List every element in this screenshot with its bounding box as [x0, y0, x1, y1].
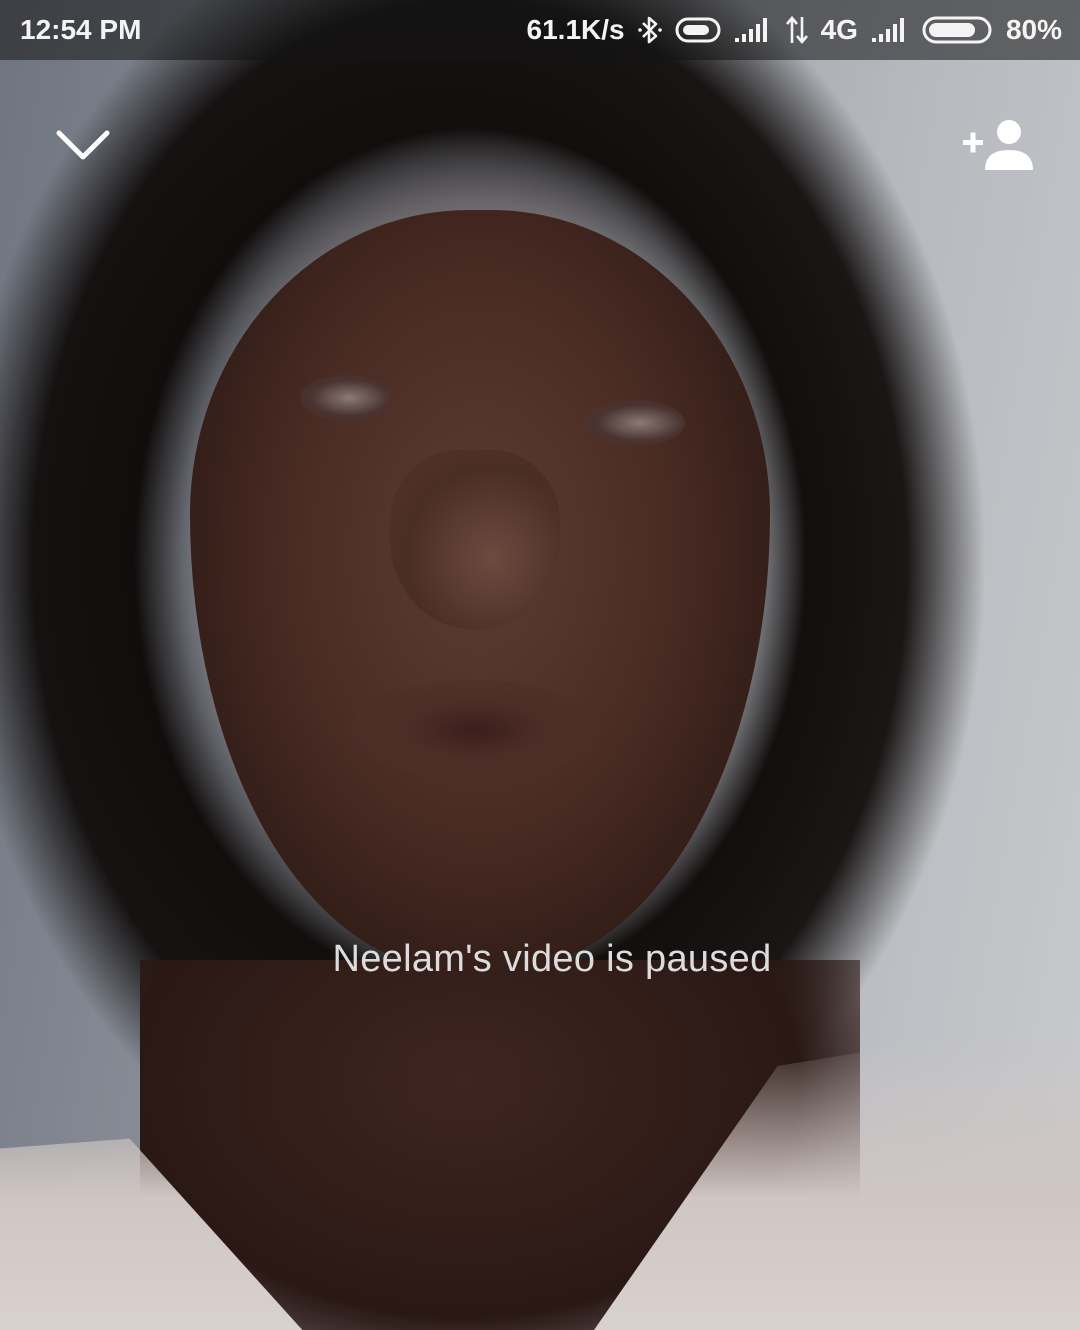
video-nose — [390, 450, 560, 630]
network-type: 4G — [820, 14, 858, 45]
add-person-icon — [963, 120, 1033, 170]
toggle-icon — [675, 16, 721, 44]
data-transfer-icon — [785, 15, 809, 45]
remote-video-feed — [0, 0, 1080, 1330]
minimize-call-button[interactable] — [50, 118, 116, 174]
chevron-down-icon — [56, 130, 110, 160]
signal-icon — [733, 16, 773, 44]
video-eye-right — [585, 400, 685, 446]
status-bar: 12:54 PM 61.1K/s 4G 80% — [0, 0, 1080, 60]
video-eye-left — [300, 375, 390, 421]
battery-percent: 80% — [1005, 14, 1062, 45]
battery-icon — [922, 15, 994, 45]
video-mouth — [350, 680, 600, 780]
status-time: 12:54 PM — [20, 14, 142, 45]
add-person-button[interactable] — [960, 112, 1040, 180]
bluetooth-icon — [637, 14, 663, 46]
video-call-screen: 12:54 PM 61.1K/s 4G 80% Neelam's video i… — [0, 0, 1080, 1330]
status-icons: 61.1K/s 4G 80% — [527, 10, 1062, 50]
signal-icon — [870, 16, 910, 44]
network-speed: 61.1K/s — [526, 14, 625, 45]
video-paused-message: Neelam's video is paused — [332, 938, 772, 980]
